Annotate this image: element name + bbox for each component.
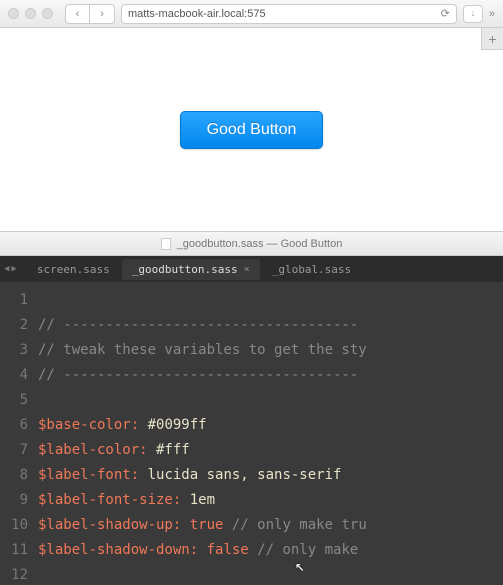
line-number: 11 (0, 538, 28, 563)
new-tab-button[interactable]: + (481, 28, 503, 50)
tab-label: _global.sass (272, 263, 351, 276)
tab-global[interactable]: _global.sass (262, 259, 361, 280)
line-number: 10 (0, 513, 28, 538)
tab-next-icon[interactable]: ▶ (11, 264, 16, 274)
code-line (38, 388, 503, 413)
file-icon (161, 238, 171, 250)
zoom-window-icon[interactable] (42, 8, 53, 19)
url-text: matts-macbook-air.local:575 (128, 8, 266, 20)
address-bar[interactable]: matts-macbook-air.local:575 ⟳ (121, 4, 457, 24)
minimize-window-icon[interactable] (25, 8, 36, 19)
line-number: 2 (0, 313, 28, 338)
overflow-icon[interactable]: » (489, 8, 495, 20)
demo-button[interactable]: Good Button (180, 111, 324, 149)
code-line (38, 563, 503, 585)
close-icon[interactable]: × (244, 264, 250, 275)
code-line: // ----------------------------------- (38, 363, 503, 388)
browser-toolbar: ‹ › matts-macbook-air.local:575 ⟳ ↓ » (0, 0, 503, 28)
editor-title: _goodbutton.sass — Good Button (177, 238, 343, 250)
browser-viewport: + Good Button (0, 28, 503, 232)
line-number: 8 (0, 463, 28, 488)
code-line: // tweak these variables to get the sty (38, 338, 503, 363)
forward-button[interactable]: › (90, 5, 114, 23)
line-number: 1 (0, 288, 28, 313)
nav-buttons: ‹ › (65, 4, 115, 24)
code-line (38, 288, 503, 313)
editor-tabs: ◀ ▶ screen.sass _goodbutton.sass × _glob… (0, 256, 503, 282)
code-line: // ----------------------------------- (38, 313, 503, 338)
line-number: 12 (0, 563, 28, 585)
line-number: 4 (0, 363, 28, 388)
editor-titlebar: _goodbutton.sass — Good Button (0, 232, 503, 256)
tab-goodbutton[interactable]: _goodbutton.sass × (122, 259, 260, 280)
code-line: $label-shadow-down: false // only make (38, 538, 503, 563)
downloads-icon[interactable]: ↓ (463, 5, 483, 23)
code-line: $label-font: lucida sans, sans-serif (38, 463, 503, 488)
code-line: $label-color: #fff (38, 438, 503, 463)
line-number: 3 (0, 338, 28, 363)
window-controls (8, 8, 53, 19)
code-editor: ◀ ▶ screen.sass _goodbutton.sass × _glob… (0, 256, 503, 585)
code-line: $label-font-size: 1em (38, 488, 503, 513)
line-number: 6 (0, 413, 28, 438)
code-line: $base-color: #0099ff (38, 413, 503, 438)
tab-prev-icon[interactable]: ◀ (4, 264, 9, 274)
close-window-icon[interactable] (8, 8, 19, 19)
line-number: 5 (0, 388, 28, 413)
tab-label: screen.sass (37, 263, 110, 276)
code-area[interactable]: 1 2 3 4 5 6 7 8 9 10 11 12 // ----------… (0, 282, 503, 585)
reload-icon[interactable]: ⟳ (441, 7, 450, 20)
line-gutter: 1 2 3 4 5 6 7 8 9 10 11 12 (0, 288, 38, 585)
back-button[interactable]: ‹ (66, 5, 90, 23)
line-number: 9 (0, 488, 28, 513)
tab-nav: ◀ ▶ (4, 264, 17, 274)
code-line: $label-shadow-up: true // only make tru (38, 513, 503, 538)
line-number: 7 (0, 438, 28, 463)
code-lines[interactable]: // ----------------------------------- /… (38, 288, 503, 585)
tab-screen[interactable]: screen.sass (27, 259, 120, 280)
toolbar-right: ↓ » (463, 5, 495, 23)
tab-label: _goodbutton.sass (132, 263, 238, 276)
